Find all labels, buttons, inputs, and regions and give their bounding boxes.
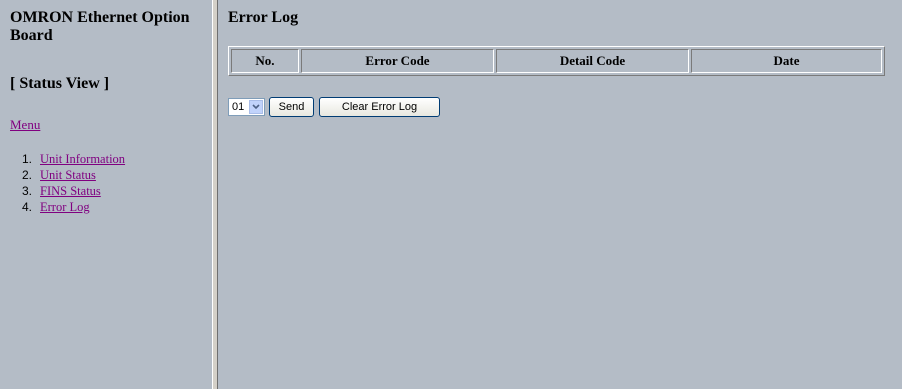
log-number-select[interactable]: 01: [228, 98, 265, 116]
page-title: Error Log: [228, 9, 299, 26]
brand-title: OMRON Ethernet Option Board: [10, 9, 190, 44]
clear-error-log-button[interactable]: Clear Error Log: [319, 97, 440, 117]
nav-link-error-log[interactable]: Error Log: [40, 200, 90, 214]
nav-item-fins-status: 3. FINS Status: [22, 183, 125, 199]
column-header-no: No.: [231, 49, 299, 73]
nav-link-unit-status[interactable]: Unit Status: [40, 168, 96, 182]
column-header-detail-code: Detail Code: [496, 49, 689, 73]
nav-link-fins-status[interactable]: FINS Status: [40, 184, 101, 198]
table-header-row: No. Error Code Detail Code Date: [231, 49, 882, 73]
chevron-down-icon[interactable]: [249, 100, 263, 114]
send-button[interactable]: Send: [269, 97, 314, 117]
nav-link-unit-information[interactable]: Unit Information: [40, 152, 125, 166]
menu-link[interactable]: Menu: [10, 117, 40, 133]
view-title: [ Status View ]: [10, 75, 110, 92]
menu-frame: OMRON Ethernet Option Board [ Status Vie…: [0, 0, 212, 389]
nav-item-unit-status: 2. Unit Status: [22, 167, 125, 183]
nav-list: 1. Unit Information 2. Unit Status 3. FINS …: [22, 151, 125, 215]
select-value: 01: [232, 101, 245, 113]
content-frame: Error Log No. Error Code Detail Code Dat…: [218, 0, 902, 389]
nav-item-error-log: 4. Error Log: [22, 199, 125, 215]
nav-number: 2.: [22, 168, 33, 182]
nav-number: 1.: [22, 152, 33, 166]
column-header-date: Date: [691, 49, 882, 73]
nav-number: 4.: [22, 200, 33, 214]
column-header-error-code: Error Code: [301, 49, 494, 73]
nav-item-unit-information: 1. Unit Information: [22, 151, 125, 167]
error-log-table: No. Error Code Detail Code Date: [228, 46, 885, 76]
nav-number: 3.: [22, 184, 33, 198]
